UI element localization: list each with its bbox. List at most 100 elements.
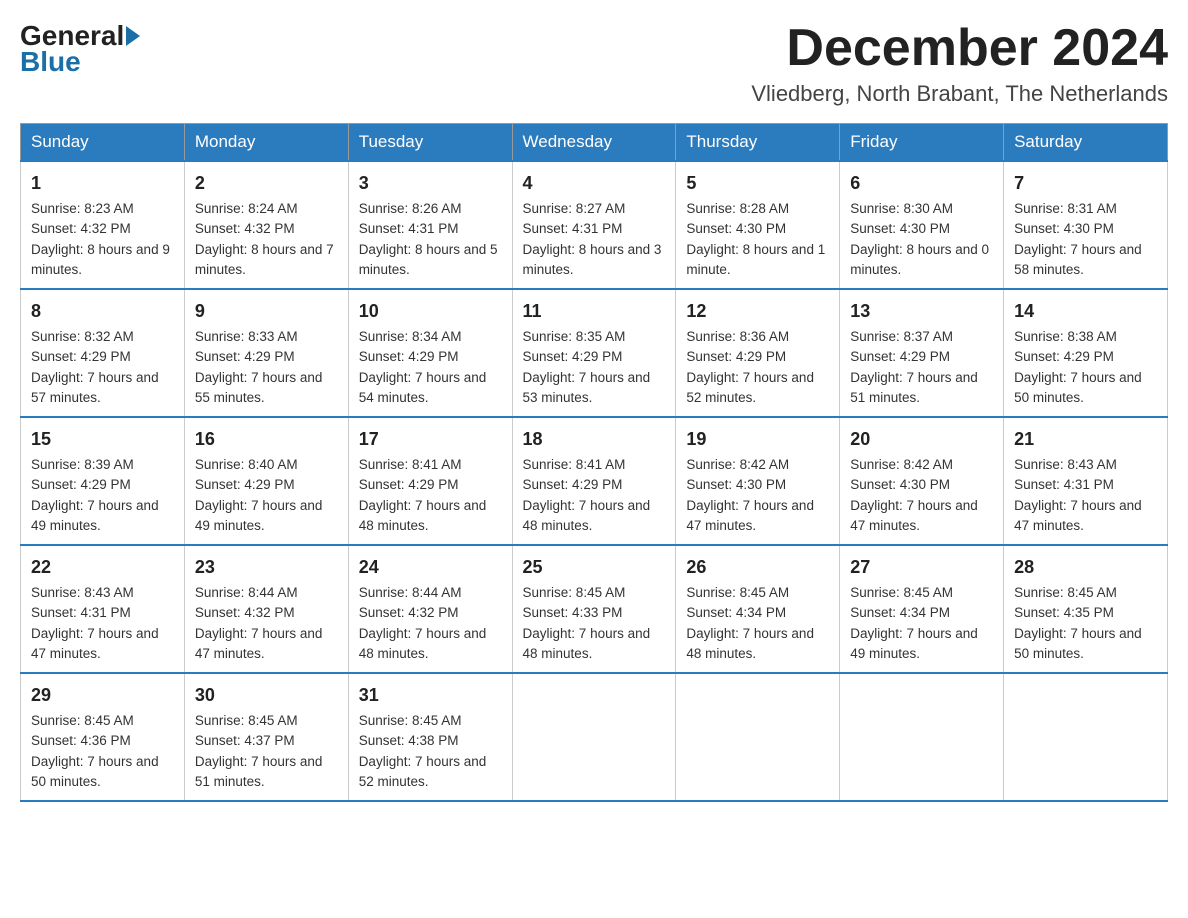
daylight-text: Daylight: 7 hours and 47 minutes. — [31, 626, 159, 661]
sunrise-text: Sunrise: 8:23 AM — [31, 201, 134, 216]
daylight-text: Daylight: 7 hours and 47 minutes. — [1014, 498, 1142, 533]
day-number: 11 — [523, 298, 666, 325]
calendar-cell: 7Sunrise: 8:31 AMSunset: 4:30 PMDaylight… — [1004, 161, 1168, 289]
sunrise-text: Sunrise: 8:30 AM — [850, 201, 953, 216]
daylight-text: Daylight: 7 hours and 49 minutes. — [31, 498, 159, 533]
daylight-text: Daylight: 7 hours and 57 minutes. — [31, 370, 159, 405]
calendar-cell: 22Sunrise: 8:43 AMSunset: 4:31 PMDayligh… — [21, 545, 185, 673]
day-number: 25 — [523, 554, 666, 581]
sunset-text: Sunset: 4:32 PM — [195, 605, 295, 620]
daylight-text: Daylight: 7 hours and 47 minutes. — [850, 498, 978, 533]
logo-arrow-icon — [126, 26, 140, 46]
day-number: 13 — [850, 298, 993, 325]
daylight-text: Daylight: 7 hours and 50 minutes. — [1014, 626, 1142, 661]
daylight-text: Daylight: 7 hours and 50 minutes. — [31, 754, 159, 789]
day-number: 19 — [686, 426, 829, 453]
day-number: 17 — [359, 426, 502, 453]
day-number: 4 — [523, 170, 666, 197]
sunrise-text: Sunrise: 8:44 AM — [359, 585, 462, 600]
location-title: Vliedberg, North Brabant, The Netherland… — [751, 81, 1168, 107]
day-number: 21 — [1014, 426, 1157, 453]
calendar-cell: 21 Sunrise: 8:43 AM Sunset: 4:31 PM Dayligh… — [1004, 417, 1168, 545]
daylight-text: Daylight: 7 hours and 47 minutes. — [195, 626, 323, 661]
calendar-cell: 26Sunrise: 8:45 AMSunset: 4:34 PMDayligh… — [676, 545, 840, 673]
day-number: 23 — [195, 554, 338, 581]
sunrise-text: Sunrise: 8:42 AM — [850, 457, 953, 472]
sunrise-text: Sunrise: 8:40 AM — [195, 457, 298, 472]
sunset-text: Sunset: 4:30 PM — [850, 477, 950, 492]
daylight-text: Daylight: 7 hours and 54 minutes. — [359, 370, 487, 405]
calendar-cell: 30Sunrise: 8:45 AMSunset: 4:37 PMDayligh… — [184, 673, 348, 801]
calendar-cell: 19Sunrise: 8:42 AMSunset: 4:30 PMDayligh… — [676, 417, 840, 545]
sunrise-text: Sunrise: 8:41 AM — [359, 457, 462, 472]
sunset-text: Sunset: 4:29 PM — [31, 477, 131, 492]
sunrise-text: Sunrise: 8:34 AM — [359, 329, 462, 344]
calendar-cell: 8Sunrise: 8:32 AMSunset: 4:29 PMDaylight… — [21, 289, 185, 417]
calendar-cell: 2Sunrise: 8:24 AMSunset: 4:32 PMDaylight… — [184, 161, 348, 289]
daylight-text: Daylight: 7 hours and 48 minutes. — [523, 626, 651, 661]
sunrise-text: Sunrise: 8:31 AM — [1014, 201, 1117, 216]
calendar-cell: 31Sunrise: 8:45 AMSunset: 4:38 PMDayligh… — [348, 673, 512, 801]
calendar-cell: 18Sunrise: 8:41 AMSunset: 4:29 PMDayligh… — [512, 417, 676, 545]
sunrise-text: Sunrise: 8:44 AM — [195, 585, 298, 600]
daylight-text: Daylight: 7 hours and 49 minutes. — [195, 498, 323, 533]
day-number: 7 — [1014, 170, 1157, 197]
day-number: 1 — [31, 170, 174, 197]
calendar-cell: 25Sunrise: 8:45 AMSunset: 4:33 PMDayligh… — [512, 545, 676, 673]
sunset-text: Sunset: 4:30 PM — [850, 221, 950, 236]
week-row-4: 22Sunrise: 8:43 AMSunset: 4:31 PMDayligh… — [21, 545, 1168, 673]
day-number: 24 — [359, 554, 502, 581]
daylight-text: Daylight: 8 hours and 1 minute. — [686, 242, 825, 277]
calendar-cell: 12Sunrise: 8:36 AMSunset: 4:29 PMDayligh… — [676, 289, 840, 417]
sunset-text: Sunset: 4:36 PM — [31, 733, 131, 748]
sunrise-text: Sunrise: 8:45 AM — [195, 713, 298, 728]
sunset-text: Sunset: 4:29 PM — [195, 477, 295, 492]
calendar-cell — [840, 673, 1004, 801]
sunrise-text: Sunrise: 8:32 AM — [31, 329, 134, 344]
sunrise-text: Sunrise: 8:42 AM — [686, 457, 789, 472]
header-sunday: Sunday — [21, 124, 185, 162]
calendar-cell: 28Sunrise: 8:45 AMSunset: 4:35 PMDayligh… — [1004, 545, 1168, 673]
sunset-text: Sunset: 4:29 PM — [686, 349, 786, 364]
daylight-text: Daylight: 8 hours and 5 minutes. — [359, 242, 498, 277]
calendar-cell: 24Sunrise: 8:44 AMSunset: 4:32 PMDayligh… — [348, 545, 512, 673]
daylight-text: Daylight: 7 hours and 52 minutes. — [686, 370, 814, 405]
header-monday: Monday — [184, 124, 348, 162]
daylight-text: Daylight: 7 hours and 51 minutes. — [195, 754, 323, 789]
calendar-cell: 9Sunrise: 8:33 AMSunset: 4:29 PMDaylight… — [184, 289, 348, 417]
sunset-text: Sunset: 4:31 PM — [1014, 477, 1114, 492]
day-number: 31 — [359, 682, 502, 709]
sunset-text: Sunset: 4:31 PM — [31, 605, 131, 620]
sunrise-text: Sunrise: 8:36 AM — [686, 329, 789, 344]
header-friday: Friday — [840, 124, 1004, 162]
calendar-cell: 10Sunrise: 8:34 AMSunset: 4:29 PMDayligh… — [348, 289, 512, 417]
sunrise-text: Sunrise: 8:39 AM — [31, 457, 134, 472]
logo-blue: Blue — [20, 46, 81, 77]
day-number: 27 — [850, 554, 993, 581]
sunset-text: Sunset: 4:37 PM — [195, 733, 295, 748]
calendar-cell: 11Sunrise: 8:35 AMSunset: 4:29 PMDayligh… — [512, 289, 676, 417]
sunrise-text: Sunrise: 8:33 AM — [195, 329, 298, 344]
title-block: December 2024 Vliedberg, North Brabant, … — [751, 20, 1168, 107]
daylight-text: Daylight: 7 hours and 47 minutes. — [686, 498, 814, 533]
sunrise-text: Sunrise: 8:37 AM — [850, 329, 953, 344]
header-tuesday: Tuesday — [348, 124, 512, 162]
daylight-text: Daylight: 7 hours and 50 minutes. — [1014, 370, 1142, 405]
sunset-text: Sunset: 4:29 PM — [31, 349, 131, 364]
logo: General Blue — [20, 20, 142, 78]
sunset-text: Sunset: 4:33 PM — [523, 605, 623, 620]
sunrise-text: Sunrise: 8:43 AM — [1014, 457, 1117, 472]
week-row-3: 15Sunrise: 8:39 AMSunset: 4:29 PMDayligh… — [21, 417, 1168, 545]
calendar-cell: 13Sunrise: 8:37 AMSunset: 4:29 PMDayligh… — [840, 289, 1004, 417]
calendar-cell: 16Sunrise: 8:40 AMSunset: 4:29 PMDayligh… — [184, 417, 348, 545]
sunset-text: Sunset: 4:31 PM — [523, 221, 623, 236]
header-wednesday: Wednesday — [512, 124, 676, 162]
header-thursday: Thursday — [676, 124, 840, 162]
calendar-cell: 23 Sunrise: 8:44 AM Sunset: 4:32 PM Dayligh… — [184, 545, 348, 673]
sunrise-text: Sunrise: 8:27 AM — [523, 201, 626, 216]
header-saturday: Saturday — [1004, 124, 1168, 162]
sunset-text: Sunset: 4:29 PM — [850, 349, 950, 364]
sunset-text: Sunset: 4:35 PM — [1014, 605, 1114, 620]
day-number: 29 — [31, 682, 174, 709]
daylight-text: Daylight: 7 hours and 48 minutes. — [686, 626, 814, 661]
